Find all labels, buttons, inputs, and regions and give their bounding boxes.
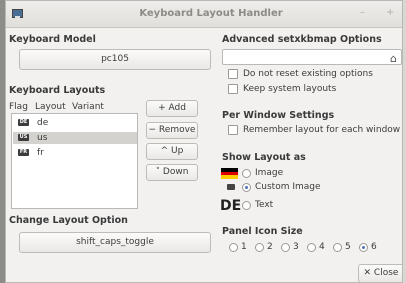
move-down-button[interactable]: ˅ Down xyxy=(146,164,198,181)
icon-size-3-radio[interactable] xyxy=(281,243,290,252)
icon-size-2-label[interactable]: 2 xyxy=(267,242,273,252)
column-header-layout[interactable]: Layout xyxy=(35,102,66,112)
icon-size-4-label[interactable]: 4 xyxy=(319,242,325,252)
per-window-header: Per Window Settings xyxy=(222,110,335,121)
layout-row-fr[interactable]: FR fr xyxy=(13,147,137,159)
icon-size-4-radio[interactable] xyxy=(307,243,316,252)
custom-image-icon xyxy=(227,184,235,190)
keyboard-input-icon[interactable]: ⌂ xyxy=(390,52,397,65)
column-header-flag[interactable]: Flag xyxy=(9,102,28,112)
show-image-label[interactable]: Image xyxy=(255,168,283,178)
show-layout-header: Show Layout as xyxy=(222,152,306,163)
us-flag-icon: US xyxy=(18,134,29,141)
icon-size-1-label[interactable]: 1 xyxy=(241,242,247,252)
remember-layout-checkbox[interactable] xyxy=(228,125,238,135)
show-text-label[interactable]: Text xyxy=(255,200,273,210)
icon-size-2-radio[interactable] xyxy=(255,243,264,252)
keyboard-model-header: Keyboard Model xyxy=(9,34,96,45)
do-not-reset-checkbox[interactable] xyxy=(228,69,238,79)
column-header-variant[interactable]: Variant xyxy=(72,102,104,112)
window-close-button[interactable]: + xyxy=(386,7,394,18)
main-window: Keyboard Layout Handler – + Keyboard Mod… xyxy=(5,0,403,283)
icon-size-5-radio[interactable] xyxy=(333,243,342,252)
minimize-button[interactable]: – xyxy=(360,7,365,18)
show-custom-image-label[interactable]: Custom Image xyxy=(255,182,321,192)
layouts-list[interactable]: DE de US us FR fr xyxy=(11,113,138,209)
close-button[interactable]: ✕ Close xyxy=(358,264,402,282)
title-bar[interactable]: Keyboard Layout Handler – + xyxy=(6,1,402,28)
remove-layout-button[interactable]: − Remove xyxy=(146,122,198,139)
show-text-radio[interactable] xyxy=(242,201,251,210)
fr-flag-icon: FR xyxy=(18,149,29,156)
advanced-options-header: Advanced setxkbmap Options xyxy=(222,34,382,45)
layout-code: us xyxy=(37,133,48,143)
move-up-button[interactable]: ^ Up xyxy=(146,143,198,160)
icon-size-5-label[interactable]: 5 xyxy=(345,242,351,252)
german-flag-icon xyxy=(221,168,238,180)
keyboard-app-icon xyxy=(12,9,23,18)
layout-code: de xyxy=(37,118,49,128)
layout-text-preview: DE xyxy=(220,198,242,214)
keyboard-model-combo[interactable]: pc105 xyxy=(19,49,211,70)
icon-size-3-label[interactable]: 3 xyxy=(293,242,299,252)
keyboard-layouts-header: Keyboard Layouts xyxy=(9,85,106,96)
layout-row-de[interactable]: DE de xyxy=(13,117,137,129)
change-layout-header: Change Layout Option xyxy=(9,215,128,226)
keep-system-layouts-checkbox[interactable] xyxy=(228,84,238,94)
keep-system-layouts-label[interactable]: Keep system layouts xyxy=(243,84,336,94)
add-layout-button[interactable]: + Add xyxy=(146,100,198,117)
show-custom-image-radio[interactable] xyxy=(242,183,251,192)
show-image-radio[interactable] xyxy=(242,169,251,178)
icon-size-6-label[interactable]: 6 xyxy=(371,242,377,252)
layout-row-us[interactable]: US us xyxy=(13,132,137,144)
layout-code: fr xyxy=(37,148,44,158)
icon-size-1-radio[interactable] xyxy=(229,243,238,252)
de-flag-icon: DE xyxy=(18,119,29,126)
setxkbmap-options-input[interactable]: ⌂ xyxy=(222,49,402,65)
remember-layout-label[interactable]: Remember layout for each window xyxy=(243,125,400,135)
panel-icon-size-header: Panel Icon Size xyxy=(222,226,303,237)
do-not-reset-label[interactable]: Do not reset existing options xyxy=(243,69,373,79)
window-title: Keyboard Layout Handler xyxy=(139,8,283,19)
icon-size-6-radio[interactable] xyxy=(359,243,368,252)
change-layout-combo[interactable]: shift_caps_toggle xyxy=(19,232,211,253)
